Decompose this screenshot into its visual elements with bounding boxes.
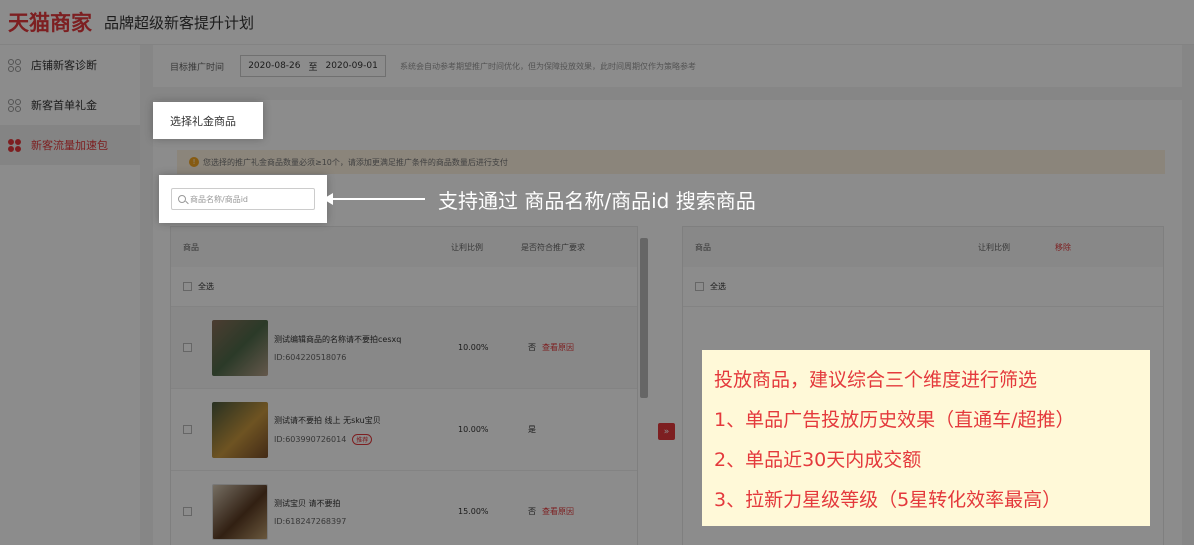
product-id: ID:603990726014 推荐 (274, 433, 458, 445)
sidebar-item-store-diagnosis[interactable]: 店铺新客诊断 (0, 45, 140, 85)
meet-value: 否 (528, 343, 536, 352)
warning-banner: ! 您选择的推广礼金商品数量必须≥10个，请添加更满足推广条件的商品数量后进行支… (177, 150, 1165, 174)
recommend-badge: 推荐 (352, 433, 373, 445)
table-header: 商品 让利比例 移除 (683, 227, 1163, 267)
date-note: 系统会自动参考期望推广时间优化，但为保障投放效果，此时间周期仅作为策略参考 (400, 61, 697, 71)
sidebar-item-first-order-gift[interactable]: 新客首单礼金 (0, 85, 140, 125)
sidebar-item-label: 新客流量加速包 (31, 139, 108, 152)
product-info: 测试请不要拍 线上 无sku宝贝 ID:603990726014 推荐 (268, 415, 458, 445)
date-label: 目标推广时间 (170, 62, 225, 73)
product-ratio: 10.00% (458, 425, 489, 434)
search-input[interactable] (190, 194, 310, 204)
grid-icon (8, 98, 21, 112)
search-box[interactable] (171, 188, 315, 210)
product-id-text: ID:604220518076 (274, 352, 347, 362)
grid-icon (8, 58, 21, 72)
app-header: 天猫商家 品牌超级新客提升计划 (0, 0, 1194, 45)
row-checkbox[interactable] (183, 507, 192, 516)
header-product: 商品 (183, 242, 199, 252)
select-all-checkbox[interactable] (695, 282, 704, 291)
warning-text: 您选择的推广礼金商品数量必须≥10个，请添加更满足推广条件的商品数量后进行支付 (203, 157, 508, 167)
table-header: 商品 让利比例 是否符合推广要求 (171, 227, 637, 267)
product-name: 测试宝贝 请不要拍 (274, 498, 341, 508)
product-meet: 是 (528, 424, 536, 435)
product-meet: 否 查看原因 (528, 342, 574, 353)
header-meet-requirement: 是否符合推广要求 (521, 242, 585, 252)
grid-icon (8, 138, 21, 152)
table-row: 测试请不要拍 线上 无sku宝贝 ID:603990726014 推荐 10.0… (171, 389, 637, 471)
sidebar: 店铺新客诊断 新客首单礼金 新客流量加速包 (0, 45, 140, 545)
tmall-logo[interactable]: 天猫商家 (8, 7, 92, 37)
select-all-label: 全选 (198, 282, 214, 291)
remove-all-link[interactable]: 移除 (1055, 242, 1071, 253)
product-id: ID:604220518076 (274, 353, 458, 362)
end-date: 2020-09-01 (325, 61, 378, 71)
table-row: 测试编辑商品的名称请不要拍cesxq ID:604220518076 10.00… (171, 307, 637, 389)
tip-line: 1、单品广告投放历史效果（直通车/超推） (714, 409, 1075, 431)
product-id-text: ID:618247268397 (274, 516, 347, 526)
table-scrollbar[interactable] (640, 238, 648, 398)
sidebar-item-traffic-boost[interactable]: 新客流量加速包 (0, 125, 140, 165)
date-card: 目标推广时间 2020-08-26 至 2020-09-01 系统会自动参考期望… (153, 45, 1182, 87)
product-meet: 否 查看原因 (528, 506, 574, 517)
date-separator: 至 (308, 62, 318, 73)
tip-line: 2、单品近30天内成交额 (714, 449, 922, 471)
product-id-text: ID:603990726014 (274, 434, 347, 444)
search-icon (178, 195, 186, 203)
row-checkbox[interactable] (183, 343, 192, 352)
annotation-text: 支持通过 商品名称/商品id 搜索商品 (438, 189, 756, 213)
warning-icon: ! (189, 157, 199, 167)
transfer-right-button[interactable]: » (658, 423, 675, 440)
product-name: 测试编辑商品的名称请不要拍cesxq (274, 334, 402, 344)
select-all-checkbox[interactable] (183, 282, 192, 291)
header-ratio: 让利比例 (451, 242, 483, 252)
view-reason-link[interactable]: 查看原因 (542, 342, 574, 353)
product-info: 测试宝贝 请不要拍 ID:618247268397 (268, 498, 458, 526)
start-date: 2020-08-26 (248, 61, 301, 71)
product-ratio: 10.00% (458, 343, 489, 352)
tab-select-gift-products[interactable]: 选择礼金商品 (153, 102, 263, 139)
select-all-row: 全选 (171, 267, 637, 307)
product-thumbnail (212, 483, 268, 540)
view-reason-link[interactable]: 查看原因 (542, 506, 574, 517)
meet-value: 否 (528, 507, 536, 516)
tip-box: 投放商品，建议综合三个维度进行筛选 1、单品广告投放历史效果（直通车/超推） 2… (702, 350, 1150, 526)
sidebar-item-label: 店铺新客诊断 (31, 59, 97, 72)
tip-line: 3、拉新力星级等级（5星转化效率最高） (714, 489, 1062, 511)
select-all-row: 全选 (683, 267, 1163, 307)
header-product: 商品 (695, 242, 711, 252)
sidebar-item-label: 新客首单礼金 (31, 99, 97, 112)
page-title: 品牌超级新客提升计划 (104, 13, 255, 32)
arrow-left-icon (323, 193, 425, 205)
meet-value: 是 (528, 425, 536, 434)
product-name: 测试请不要拍 线上 无sku宝贝 (274, 415, 381, 425)
product-id: ID:618247268397 (274, 517, 458, 526)
product-thumbnail (212, 319, 268, 376)
product-info: 测试编辑商品的名称请不要拍cesxq ID:604220518076 (268, 334, 458, 362)
product-thumbnail (212, 401, 268, 458)
tip-line: 投放商品，建议综合三个维度进行筛选 (714, 369, 1038, 391)
search-wrapper (159, 175, 327, 223)
date-range-picker[interactable]: 2020-08-26 至 2020-09-01 (240, 55, 387, 77)
table-row: 测试宝贝 请不要拍 ID:618247268397 15.00% 否 查看原因 (171, 471, 637, 545)
select-all-label: 全选 (710, 282, 726, 291)
row-checkbox[interactable] (183, 425, 192, 434)
candidate-product-table: 商品 让利比例 是否符合推广要求 全选 测试编辑商品的名称请不要拍cesxq I… (170, 226, 638, 545)
header-ratio: 让利比例 (978, 242, 1010, 252)
product-ratio: 15.00% (458, 507, 489, 516)
